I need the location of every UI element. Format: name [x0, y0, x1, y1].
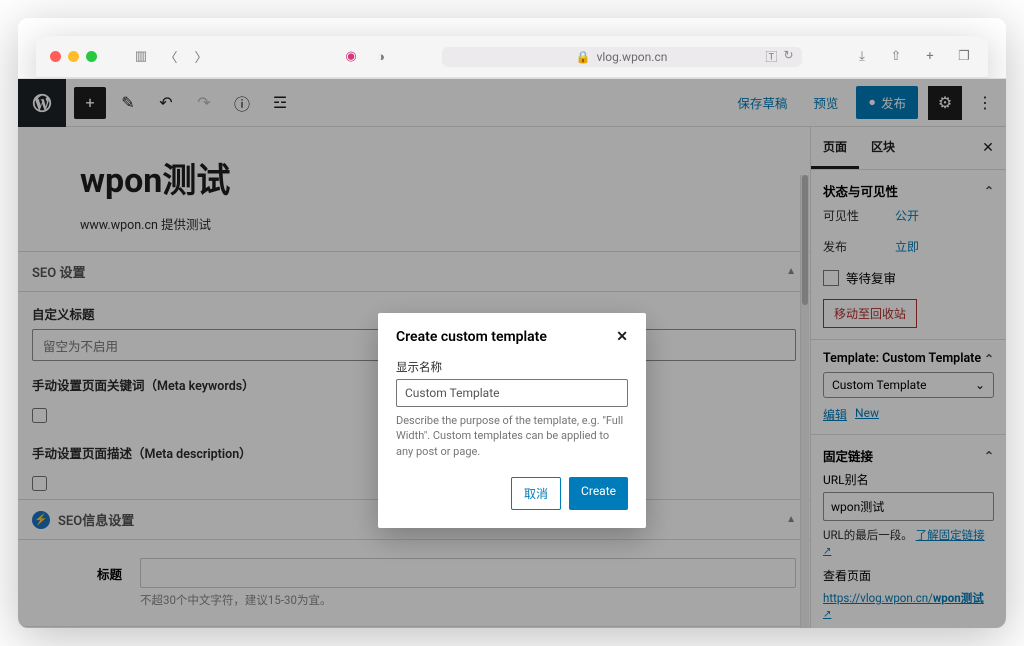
- close-window-icon[interactable]: [50, 51, 61, 62]
- modal-description: Describe the purpose of the template, e.…: [396, 407, 628, 459]
- modal-name-label: 显示名称: [396, 359, 628, 379]
- back-icon[interactable]: 〈: [161, 47, 181, 67]
- share-icon[interactable]: ⇧: [886, 47, 906, 67]
- browser-chrome: ▥ 〈 〉 ◉ ◑ 🔒 vlog.wpon.cn 🅃 ↻ ⤓ ⇧ + ❐: [36, 36, 988, 78]
- shield-icon[interactable]: ◑: [371, 47, 391, 67]
- modal-title: Create custom template: [396, 329, 547, 345]
- new-tab-icon[interactable]: +: [920, 47, 940, 67]
- lock-icon: 🔒: [576, 50, 591, 64]
- forward-icon[interactable]: 〉: [191, 47, 211, 67]
- app-icon-1[interactable]: ◉: [341, 47, 361, 67]
- create-template-modal: Create custom template ✕ 显示名称 Describe t…: [378, 313, 646, 528]
- tabs-icon[interactable]: ❐: [954, 47, 974, 67]
- modal-close-icon[interactable]: ✕: [616, 329, 628, 345]
- modal-create-button[interactable]: Create: [569, 477, 628, 510]
- maximize-window-icon[interactable]: [86, 51, 97, 62]
- modal-name-input[interactable]: [396, 379, 628, 407]
- sidebar-toggle-icon[interactable]: ▥: [131, 47, 151, 67]
- address-bar-text: vlog.wpon.cn: [597, 50, 668, 64]
- address-bar[interactable]: 🔒 vlog.wpon.cn 🅃 ↻: [442, 47, 802, 67]
- modal-cancel-button[interactable]: 取消: [511, 477, 561, 510]
- download-icon[interactable]: ⤓: [852, 47, 872, 67]
- minimize-window-icon[interactable]: [68, 51, 79, 62]
- reader-icon[interactable]: 🅃: [765, 48, 777, 65]
- reload-icon[interactable]: ↻: [783, 48, 793, 65]
- window-controls: [50, 51, 97, 62]
